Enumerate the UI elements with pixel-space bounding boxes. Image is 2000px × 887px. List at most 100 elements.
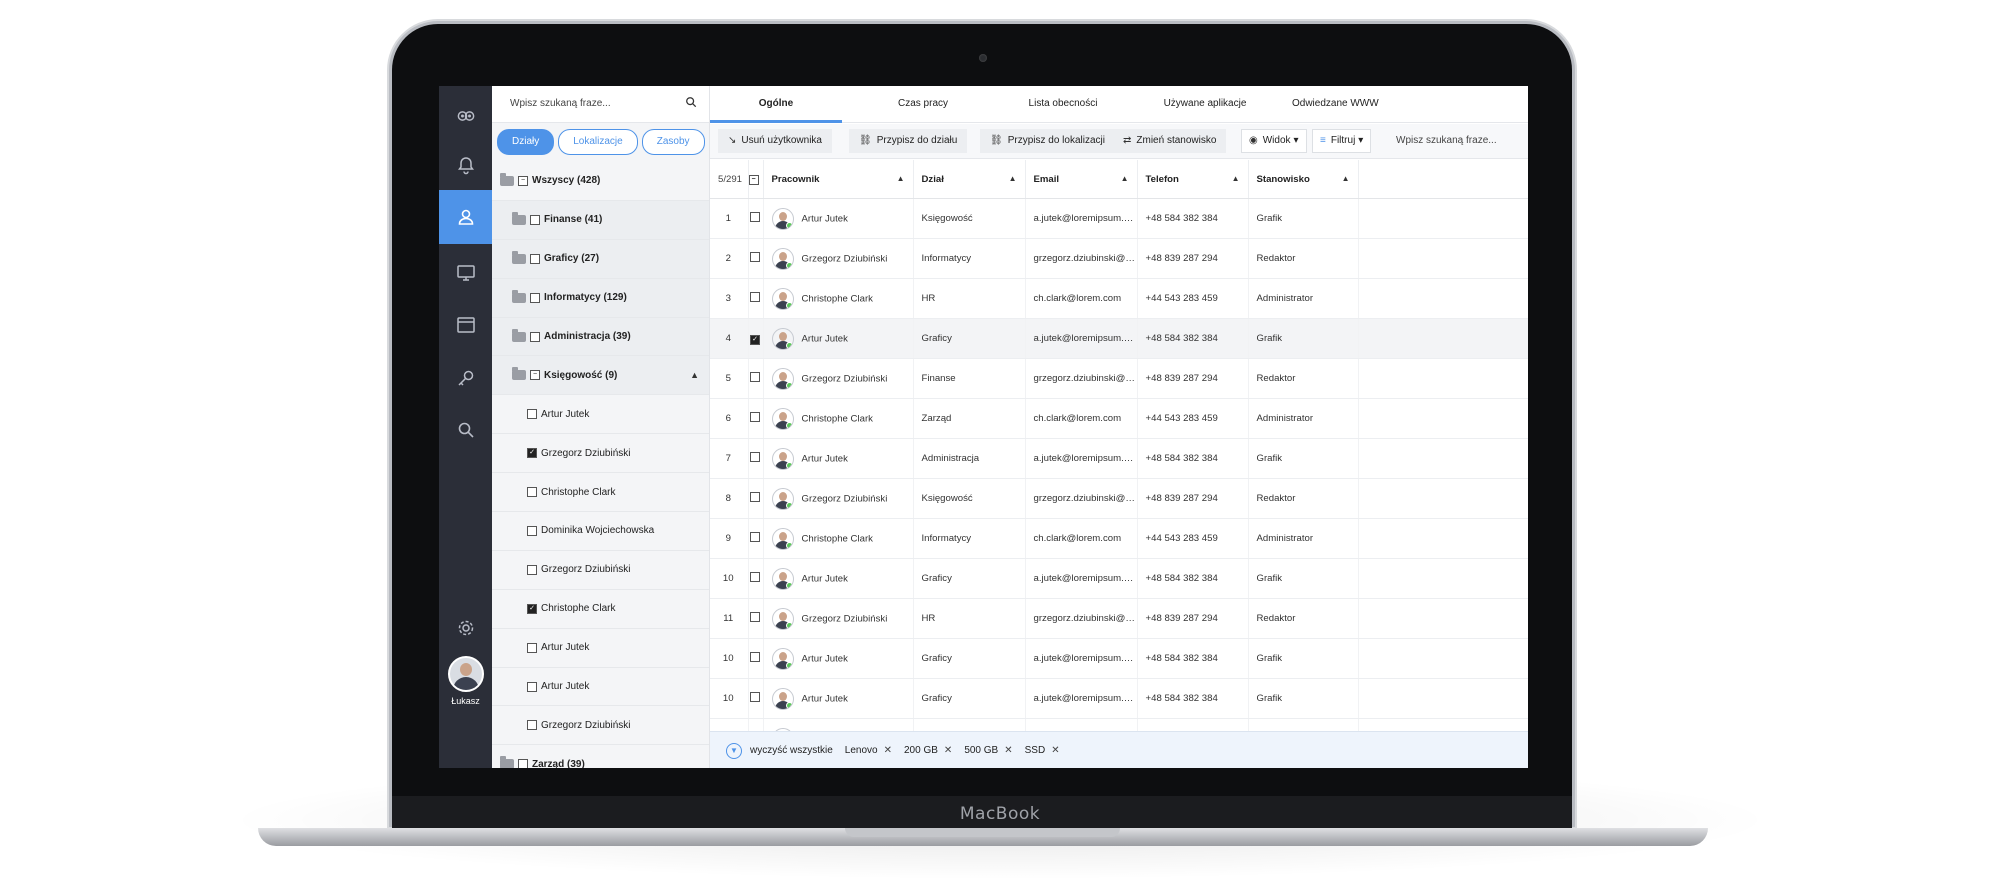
tab-odwiedzane-www[interactable]: Odwiedzane WWW bbox=[1284, 86, 1452, 122]
row-checkbox[interactable] bbox=[748, 598, 764, 639]
col-stanowisko[interactable]: Stanowisko ▲ bbox=[1248, 160, 1359, 199]
assign-department-button[interactable]: ⛓ Przypisz do działu bbox=[849, 129, 968, 153]
table-row[interactable]: 1 Artur Jutek Księgowość a.jutek@loremipsum… bbox=[710, 198, 1528, 239]
row-checkbox[interactable] bbox=[748, 638, 764, 679]
tree-checkbox[interactable] bbox=[530, 331, 540, 342]
employee-cell[interactable]: Christophe Clark bbox=[763, 518, 914, 559]
checkbox[interactable] bbox=[750, 292, 760, 302]
tree-person-item[interactable]: Artur Jutek bbox=[492, 395, 709, 435]
monitor-icon[interactable] bbox=[439, 246, 492, 300]
table-row[interactable]: 10 Artur Jutek Graficy a.jutek@loremipsum.c… bbox=[710, 638, 1528, 679]
row-checkbox[interactable] bbox=[748, 398, 764, 439]
clear-all-filters-link[interactable]: wyczyść wszystkie bbox=[750, 745, 833, 756]
col-email[interactable]: Email ▲ bbox=[1025, 160, 1138, 199]
tree-checkbox[interactable]: ✓ bbox=[527, 603, 537, 614]
row-checkbox[interactable] bbox=[748, 558, 764, 599]
col-telefon[interactable]: Telefon ▲ bbox=[1137, 160, 1249, 199]
tree-checkbox[interactable] bbox=[527, 720, 537, 731]
select-all-checkbox[interactable]: − bbox=[748, 160, 764, 199]
employee-cell[interactable]: Artur Jutek bbox=[763, 558, 914, 599]
table-row[interactable]: 5 Grzegorz Dziubiński Finanse grzegorz.dziu… bbox=[710, 358, 1528, 399]
tree-folder-item[interactable]: Graficy (27) bbox=[492, 239, 709, 279]
employee-cell[interactable]: Grzegorz Dziubiński bbox=[763, 238, 914, 279]
checkbox[interactable] bbox=[750, 412, 760, 422]
employee-cell[interactable]: Artur Jutek bbox=[763, 198, 914, 239]
table-row[interactable]: 10 Artur Jutek Graficy a.jutek@loremipsum.c… bbox=[710, 678, 1528, 719]
table-row[interactable]: 7 Artur Jutek Administracja a.jutek@loremip… bbox=[710, 438, 1528, 479]
close-icon[interactable]: ✕ bbox=[1004, 745, 1012, 756]
employee-cell[interactable]: Artur Jutek bbox=[763, 318, 914, 359]
remove-user-button[interactable]: ↘ Usuń użytkownika bbox=[718, 129, 832, 153]
tree-checkbox[interactable] bbox=[527, 525, 537, 536]
tree-folder-item[interactable]: − Księgowość (9) ▲ bbox=[492, 356, 709, 396]
tab-ogolne[interactable]: Ogólne bbox=[710, 86, 842, 123]
row-checkbox[interactable] bbox=[748, 358, 764, 399]
row-checkbox[interactable] bbox=[748, 198, 764, 239]
tree-person-item[interactable]: Dominika Wojciechowska bbox=[492, 512, 709, 551]
tree-person-item[interactable]: ✓ Christophe Clark bbox=[492, 590, 709, 629]
tree-folder-item[interactable]: − Wszyscy (428) bbox=[492, 162, 709, 201]
tree-person-item[interactable]: Grzegorz Dziubiński bbox=[492, 706, 709, 746]
close-icon[interactable]: ✕ bbox=[944, 745, 952, 756]
table-row[interactable]: 6 Christophe Clark Zarząd ch.clark@lorem.co… bbox=[710, 398, 1528, 439]
col-pracownik[interactable]: Pracownik ▲ bbox=[763, 160, 914, 199]
pill-lokalizacje[interactable]: Lokalizacje bbox=[558, 129, 638, 155]
chevron-up-icon[interactable]: ▲ bbox=[690, 370, 699, 380]
checkbox[interactable]: ✓ bbox=[750, 334, 760, 345]
checkbox[interactable] bbox=[750, 532, 760, 542]
tree-folder-item[interactable]: Informatycy (129) bbox=[492, 278, 709, 318]
close-icon[interactable]: ✕ bbox=[884, 745, 892, 756]
employee-cell[interactable]: Artur Jutek bbox=[763, 678, 914, 719]
tree-checkbox[interactable] bbox=[527, 642, 537, 653]
tree-checkbox[interactable] bbox=[527, 681, 537, 692]
employee-cell[interactable]: Christophe Clark bbox=[763, 278, 914, 319]
tree-search-input[interactable]: Wpisz szukaną fraze... bbox=[492, 86, 709, 123]
table-row[interactable]: 3 Christophe Clark HR ch.clark@lorem.com +44… bbox=[710, 278, 1528, 319]
tree-person-item[interactable]: Artur Jutek bbox=[492, 668, 709, 707]
tree-checkbox[interactable]: − bbox=[518, 175, 528, 186]
pill-dzialy[interactable]: Działy bbox=[497, 129, 555, 155]
row-checkbox[interactable]: ✓ bbox=[748, 318, 764, 359]
tree-person-item[interactable]: Grzegorz Dziubiński bbox=[492, 551, 709, 590]
assign-location-button[interactable]: ⛓ Przypisz do lokalizacji bbox=[980, 129, 1115, 153]
pill-zasoby[interactable]: Zasoby bbox=[641, 129, 705, 155]
table-row[interactable]: 11 Grzegorz Dziubiński HRgrzegorz.dziubins… bbox=[710, 598, 1528, 639]
window-icon[interactable] bbox=[439, 298, 492, 352]
checkbox[interactable] bbox=[750, 252, 760, 262]
table-row[interactable]: 2 Grzegorz Dziubiński Informatycy grzegorz.… bbox=[710, 238, 1528, 279]
tree-checkbox[interactable] bbox=[527, 564, 537, 575]
tree-folder-item[interactable]: Administracja (39) bbox=[492, 317, 709, 357]
tree-checkbox[interactable] bbox=[518, 759, 528, 768]
search-icon[interactable] bbox=[439, 403, 492, 457]
table-row[interactable]: 9 Christophe Clark Informatycy ch.clark@lor… bbox=[710, 518, 1528, 559]
tab-uzywane-aplikacje[interactable]: Używane aplikacje bbox=[1135, 86, 1275, 122]
bell-icon[interactable] bbox=[439, 138, 492, 192]
checkbox[interactable] bbox=[750, 572, 760, 582]
employee-cell[interactable]: Christophe Clark bbox=[763, 398, 914, 439]
gear-icon[interactable] bbox=[439, 601, 492, 655]
col-dzial[interactable]: Dział ▲ bbox=[913, 160, 1026, 199]
table-row[interactable]: 10 Artur Jutek Graficy a.jutek@loremipsum.c… bbox=[710, 558, 1528, 599]
employee-cell[interactable]: Grzegorz Dziubiński bbox=[763, 358, 914, 399]
tab-lista-obecnosci[interactable]: Lista obecności bbox=[1000, 86, 1126, 122]
checkbox[interactable] bbox=[750, 492, 760, 502]
checkbox[interactable] bbox=[750, 692, 760, 702]
table-search-input[interactable]: Wpisz szukaną fraze... bbox=[1390, 129, 1528, 153]
employee-cell[interactable]: Artur Jutek bbox=[763, 638, 914, 679]
employee-cell[interactable]: Artur Jutek bbox=[763, 438, 914, 479]
table-row[interactable]: 4 ✓ Artur Jutek Graficy a.jutek@loremipsum.c… bbox=[710, 318, 1528, 359]
checkbox[interactable] bbox=[750, 452, 760, 462]
tree-checkbox[interactable] bbox=[530, 292, 540, 303]
tree-checkbox[interactable]: ✓ bbox=[527, 448, 537, 459]
tree-person-item[interactable]: Christophe Clark bbox=[492, 473, 709, 513]
key-icon[interactable] bbox=[439, 351, 492, 405]
person-icon[interactable] bbox=[439, 190, 492, 244]
checkbox[interactable] bbox=[750, 212, 760, 222]
employee-cell[interactable]: Grzegorz Dziubiński bbox=[763, 598, 914, 639]
filter-dropdown[interactable]: ≡ Filtruj ▾ bbox=[1312, 129, 1372, 153]
tree-checkbox[interactable] bbox=[530, 214, 540, 225]
tree-checkbox[interactable] bbox=[530, 253, 540, 264]
row-checkbox[interactable] bbox=[748, 278, 764, 319]
tree-checkbox[interactable] bbox=[527, 487, 537, 498]
row-checkbox[interactable] bbox=[748, 438, 764, 479]
